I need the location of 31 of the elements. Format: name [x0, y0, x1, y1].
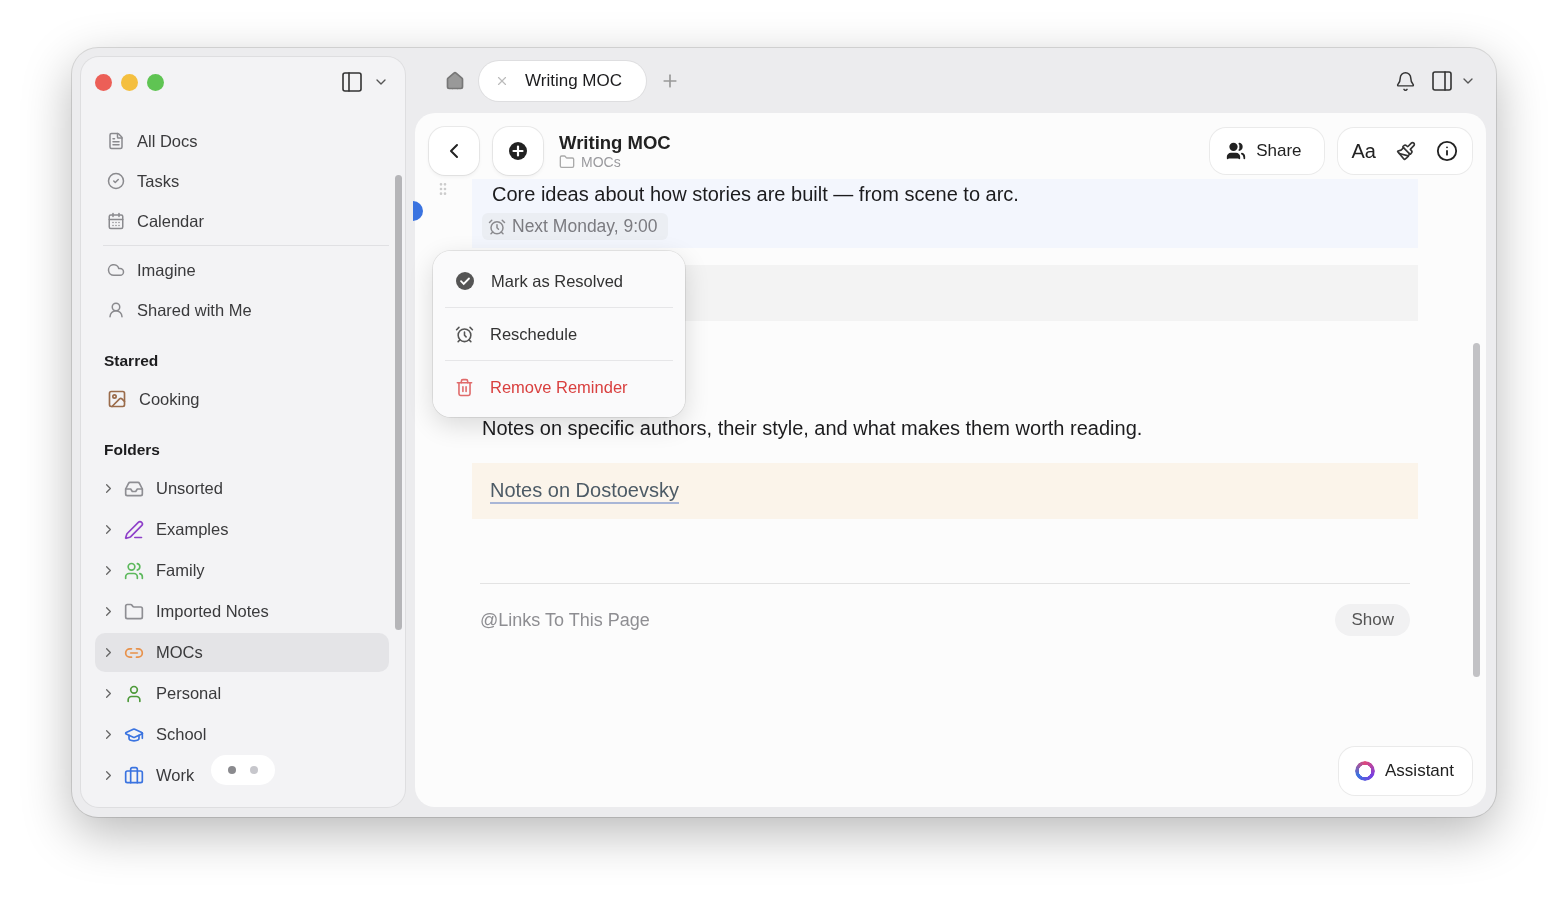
section-title: Starred	[103, 351, 160, 371]
folder-item[interactable]: Work	[95, 756, 389, 795]
folder-item[interactable]: School	[95, 715, 389, 754]
reminder-time: Next Monday, 9:00	[512, 216, 658, 237]
folder-item[interactable]: Personal	[95, 674, 389, 713]
reminder-chip[interactable]: Next Monday, 9:00	[482, 213, 668, 240]
sidebar-item[interactable]: Imagine	[95, 250, 389, 290]
section-title: Folders	[103, 440, 161, 460]
document-title: Writing MOC	[559, 132, 671, 154]
sidebar-item[interactable]: Shared with Me	[95, 290, 389, 330]
paragraph: Core ideas about how stories are built — from scene to arc.	[491, 182, 1019, 207]
sidebar-item[interactable]: Cooking	[95, 379, 389, 419]
menu-item[interactable]: Mark as Resolved	[445, 255, 673, 307]
folder-item[interactable]: MOCs	[95, 633, 389, 672]
folder-item[interactable]: Examples	[95, 510, 389, 549]
share-button[interactable]: Share	[1210, 128, 1324, 174]
menu-item[interactable]: Remove Reminder	[445, 360, 673, 413]
font-button[interactable]: Aa	[1351, 139, 1376, 163]
show-button[interactable]: Show	[1335, 604, 1410, 636]
paragraph: Notes on specific authors, their style, and what makes them worth reading.	[481, 416, 1144, 441]
menu-item[interactable]: Reschedule	[445, 307, 673, 360]
folder-item[interactable]: Family	[95, 551, 389, 590]
assistant-button[interactable]: Assistant	[1339, 747, 1472, 795]
folder-item[interactable]: Unsorted	[95, 469, 389, 508]
sidebar-item[interactable]: Calendar	[95, 201, 389, 241]
backlinks-title: @Links To This Page	[480, 609, 650, 631]
note-link[interactable]: Notes on Dostoevsky	[490, 478, 679, 504]
sidebar-item[interactable]: Tasks	[95, 161, 389, 201]
sidebar-item[interactable]: All Docs	[95, 121, 389, 161]
tab[interactable]: Writing MOC	[479, 61, 646, 101]
folder-item[interactable]: Imported Notes	[95, 592, 389, 631]
